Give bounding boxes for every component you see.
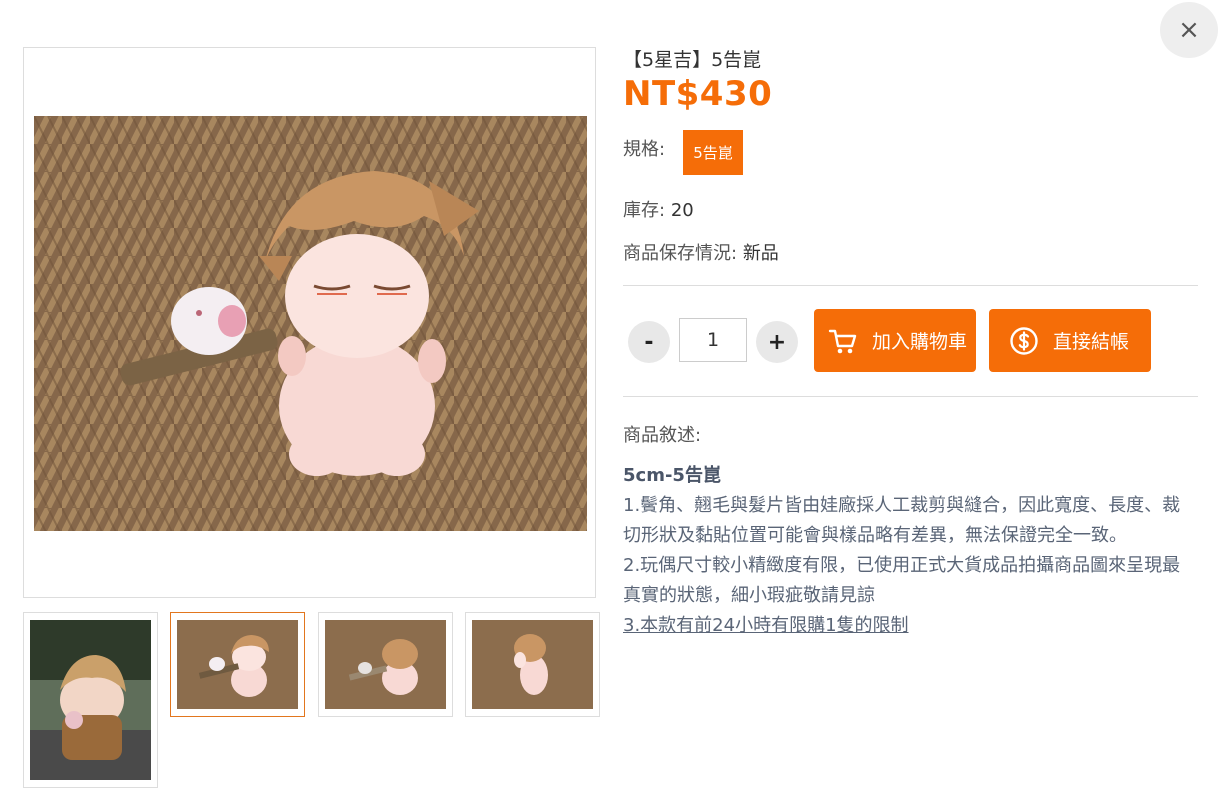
description-label: 商品敘述: xyxy=(623,425,702,446)
description-body: 5cm-5告崑 1.鬢角、翹毛與髮片皆由娃廠採人工裁剪與縫合，因此寬度、長度、裁… xyxy=(623,461,1193,641)
quantity-minus-button[interactable]: - xyxy=(628,321,670,363)
description-line-2: 2.玩偶尺寸較小精緻度有限，已使用正式大貨成品拍攝商品圖來呈現最真實的狀態，細小… xyxy=(623,555,1181,606)
main-image-frame xyxy=(23,47,596,598)
add-to-cart-button[interactable]: 加入購物車 xyxy=(814,309,976,372)
quantity-input[interactable] xyxy=(679,318,747,362)
thumbnail-1[interactable] xyxy=(23,612,158,788)
main-product-photo xyxy=(34,116,587,531)
condition-label: 商品保存情況: xyxy=(623,243,738,264)
thumbnail-2-image xyxy=(177,620,298,709)
dollar-coin-icon xyxy=(1010,326,1038,355)
spec-label: 規格: xyxy=(623,139,666,160)
cart-icon xyxy=(828,329,857,353)
add-to-cart-label: 加入購物車 xyxy=(872,331,968,353)
checkout-button[interactable]: 直接結帳 xyxy=(989,309,1151,372)
stock-info: 庫存: 20 xyxy=(623,196,694,222)
thumbnail-3-image xyxy=(325,620,446,709)
close-button[interactable]: × xyxy=(1160,2,1218,58)
spec-option-5gaokun[interactable]: 5告崑 xyxy=(683,130,743,175)
divider xyxy=(623,285,1198,286)
close-icon: × xyxy=(1178,15,1200,45)
condition-info: 商品保存情況: 新品 xyxy=(623,239,779,265)
thumbnail-3[interactable] xyxy=(318,612,453,717)
description-heading: 5cm-5告崑 xyxy=(623,465,721,486)
stock-label: 庫存: xyxy=(623,200,666,221)
thumbnail-2[interactable] xyxy=(170,612,305,717)
product-title: 【5星吉】5告崑 xyxy=(623,49,762,71)
divider xyxy=(623,396,1198,397)
stock-value: 20 xyxy=(670,200,694,221)
thumbnail-4-image xyxy=(472,620,593,709)
quantity-plus-button[interactable]: + xyxy=(756,321,798,363)
thumbnail-1-image xyxy=(30,620,151,780)
description-line-1: 1.鬢角、翹毛與髮片皆由娃廠採人工裁剪與縫合，因此寬度、長度、裁切形狀及黏貼位置… xyxy=(623,495,1181,546)
checkout-label: 直接結帳 xyxy=(1053,331,1130,353)
condition-value: 新品 xyxy=(742,243,779,264)
thumbnail-4[interactable] xyxy=(465,612,600,717)
product-price: NT$430 xyxy=(623,74,773,114)
description-line-3-link[interactable]: 3.本款有前24小時有限購1隻的限制 xyxy=(623,611,1193,641)
